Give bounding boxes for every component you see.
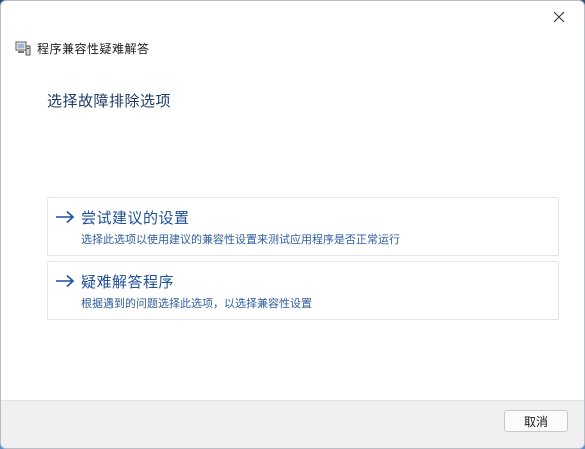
title-bar	[1, 1, 584, 33]
option-troubleshoot-program[interactable]: 疑难解答程序 根据遇到的问题选择此选项，以选择兼容性设置	[47, 261, 559, 320]
close-button[interactable]	[544, 5, 574, 29]
option-title: 疑难解答程序	[81, 273, 175, 291]
page-title: 选择故障排除选项	[47, 92, 172, 110]
cancel-button[interactable]: 取消	[504, 410, 568, 432]
option-description: 选择此选项以使用建议的兼容性设置来测试应用程序是否正常运行	[81, 233, 400, 246]
close-icon	[553, 11, 565, 23]
option-title: 尝试建议的设置	[81, 209, 190, 227]
troubleshooter-window: 程序兼容性疑难解答 选择故障排除选项 尝试建议的设置 选择此选项以使用建议的兼容…	[0, 0, 585, 449]
footer-bar: 取消	[1, 400, 584, 448]
arrow-right-icon	[56, 210, 75, 224]
troubleshooter-computer-icon	[15, 41, 31, 56]
option-try-recommended-settings[interactable]: 尝试建议的设置 选择此选项以使用建议的兼容性设置来测试应用程序是否正常运行	[47, 197, 559, 256]
app-header: 程序兼容性疑难解答	[15, 39, 150, 57]
app-title: 程序兼容性疑难解答	[37, 41, 150, 56]
option-description: 根据遇到的问题选择此选项，以选择兼容性设置	[81, 297, 312, 310]
arrow-right-icon	[56, 274, 75, 288]
